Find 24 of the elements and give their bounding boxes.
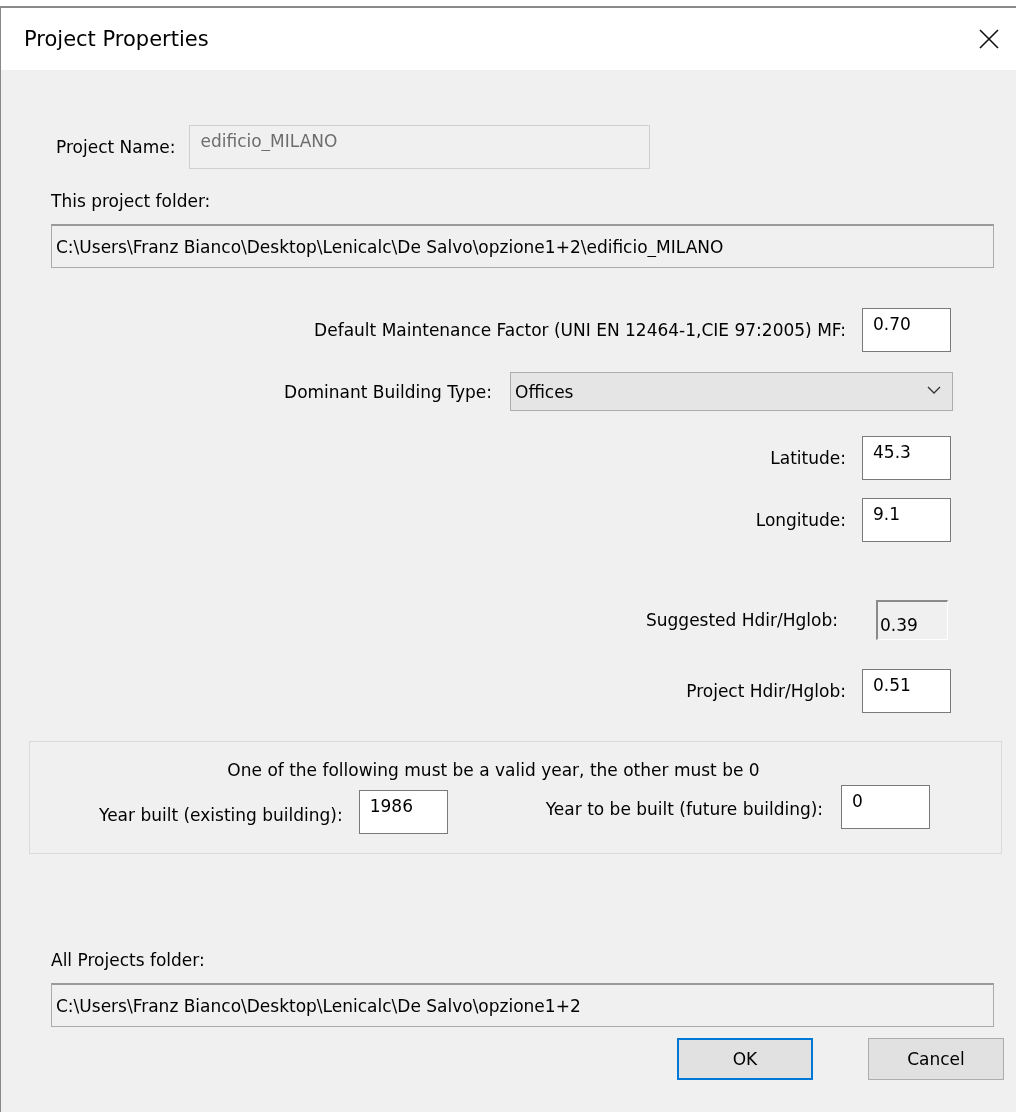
field-label: Latitude:: [770, 448, 846, 468]
field-label: Longitude:: [755, 510, 846, 530]
field-label: Suggested Hdir/Hglob:: [646, 610, 838, 630]
text-field[interactable]: 1986: [358, 790, 448, 834]
building-type-dropdown[interactable]: Offices: [510, 372, 953, 411]
cancel-button[interactable]: Cancel: [868, 1038, 1004, 1080]
window-title: Project Properties: [24, 27, 209, 51]
chevron-down-icon: [927, 386, 941, 395]
field-label: Year built (existing building):: [99, 805, 343, 825]
text-field[interactable]: 0.70: [862, 308, 951, 352]
field-label: All Projects folder:: [51, 950, 205, 970]
text-field[interactable]: 45.3: [862, 436, 951, 480]
text-field[interactable]: 0.51: [862, 669, 951, 713]
field-label: This project folder:: [51, 191, 211, 211]
ok-button[interactable]: OK: [677, 1038, 813, 1080]
field-label: Dominant Building Type:: [284, 381, 492, 402]
field-label: Project Hdir/Hglob:: [686, 681, 846, 701]
field-label: Project Name:: [56, 137, 176, 157]
instruction-text: One of the following must be a valid year, the other must be 0: [227, 760, 760, 780]
field-label: Year to be built (future building):: [545, 799, 824, 819]
text-field[interactable]: 0: [841, 785, 931, 829]
text-field[interactable]: 9.1: [862, 498, 951, 542]
close-icon[interactable]: [978, 28, 1000, 50]
field-label: Default Maintenance Factor (UNI EN 12464-1,CIE 97:2005) MF:: [314, 320, 846, 340]
